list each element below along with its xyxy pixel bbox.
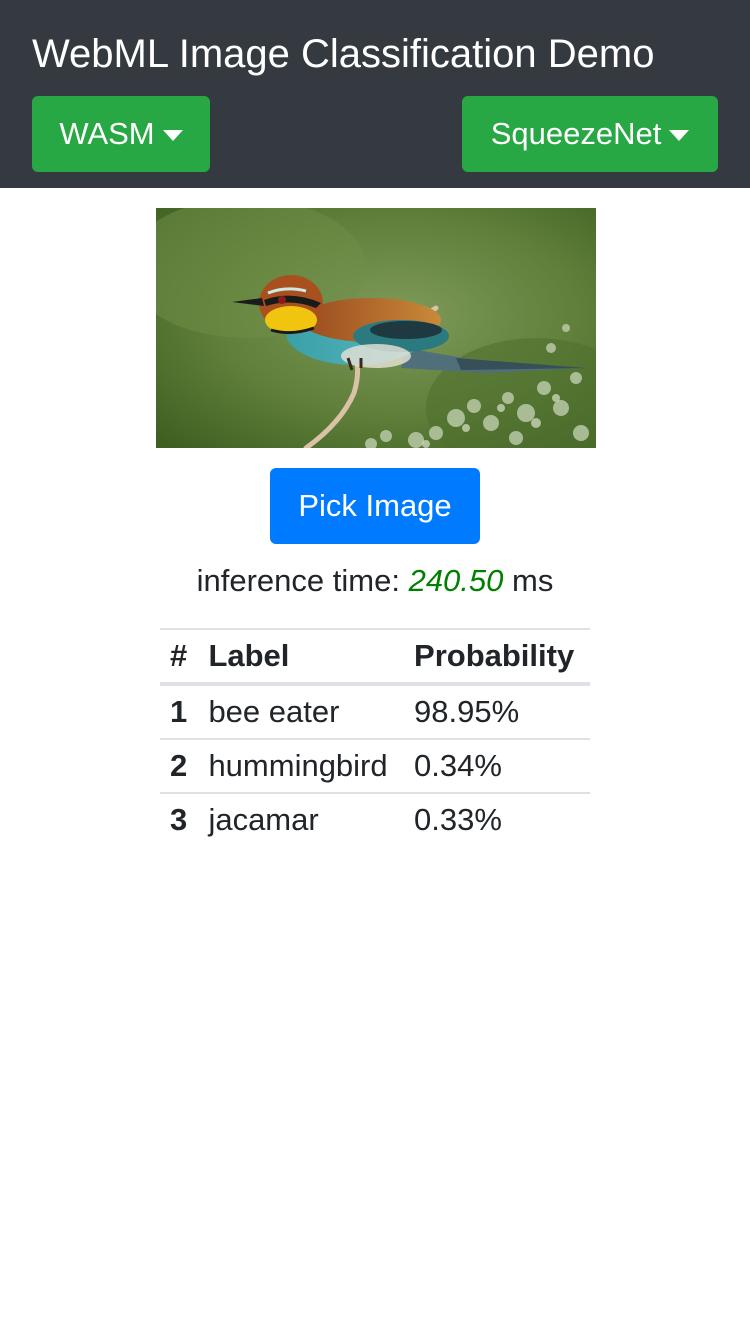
- row-label: hummingbird: [198, 739, 405, 794]
- row-probability: 0.34%: [404, 739, 590, 794]
- row-probability: 0.33%: [414, 802, 502, 837]
- inference-time: inference time: 240.50 ms: [0, 560, 750, 602]
- header-rank: #: [160, 628, 199, 686]
- model-dropdown[interactable]: SqueezeNet: [462, 96, 718, 172]
- inference-unit: ms: [512, 563, 554, 598]
- backend-dropdown[interactable]: WASM: [32, 96, 210, 172]
- bird-image: [156, 208, 596, 448]
- row-rank: 2: [160, 739, 199, 794]
- table-row: 2 hummingbird 0.34%: [160, 739, 590, 794]
- inference-value: 240.50: [408, 563, 504, 598]
- row-rank: 1: [160, 684, 199, 740]
- caret-down-icon: [162, 129, 183, 141]
- table-header-row: # Label Probability: [160, 628, 590, 686]
- caret-down-icon: [669, 129, 690, 141]
- table-row: 1 bee eater 98.95%: [160, 684, 590, 740]
- table-row: 3 jacamar 0.33%: [160, 793, 590, 846]
- results-table: # Label Probability 1 bee eater 98.95% 2…: [160, 628, 590, 846]
- image-preview: [156, 208, 596, 448]
- pick-image-button[interactable]: Pick Image: [270, 468, 480, 544]
- backend-dropdown-label: WASM: [59, 116, 155, 151]
- row-label: jacamar: [208, 802, 319, 837]
- header-label: Label: [198, 628, 405, 686]
- row-rank: 3: [170, 802, 188, 837]
- app-title: WebML Image Classification Demo: [32, 32, 655, 76]
- model-dropdown-label: SqueezeNet: [490, 116, 662, 151]
- header-probability: Probability: [404, 628, 590, 686]
- row-probability: 98.95%: [404, 684, 590, 740]
- row-label: bee eater: [198, 684, 405, 740]
- inference-label: inference time:: [196, 563, 400, 598]
- app-header: WebML Image Classification Demo WASM Squ…: [0, 0, 750, 188]
